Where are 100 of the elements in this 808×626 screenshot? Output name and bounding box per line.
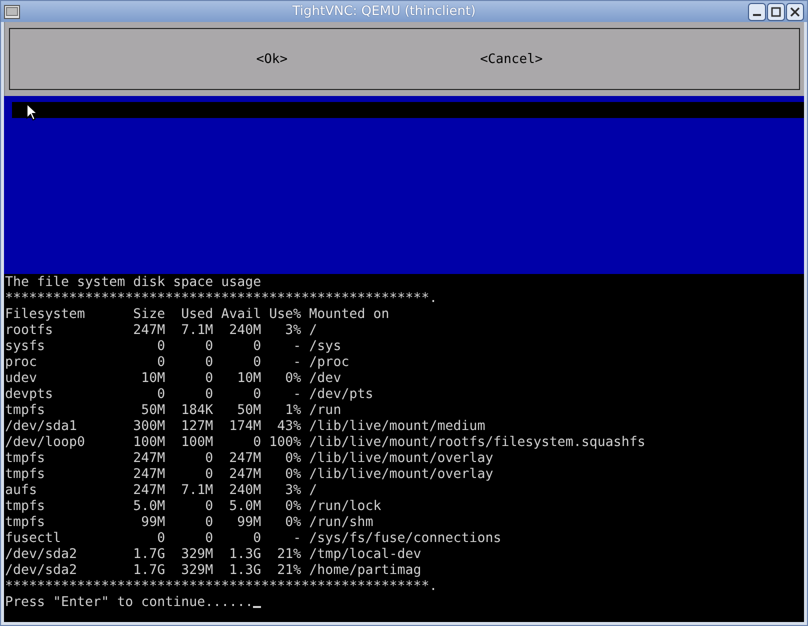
table-cell-text: sysfs: [5, 339, 46, 355]
table-cell-text: tmpfs: [5, 499, 46, 515]
table-cell-text: 1.3G: [228, 563, 262, 579]
minimize-icon[interactable]: [748, 2, 766, 20]
table-cell-text: 0: [156, 531, 166, 547]
table-cell-text: /dev/loop0: [5, 435, 86, 451]
dialog-button[interactable]: <Ok>: [256, 52, 288, 66]
text-cursor: [253, 606, 262, 608]
table-cell-text: 100M: [180, 435, 214, 451]
table-cell-text: /lib/live/mount/overlay: [308, 451, 494, 467]
table-cell-text: 0: [204, 355, 214, 371]
asterisk-rule: *****************************************************.: [5, 291, 438, 306]
table-cell-text: 10M: [236, 371, 262, 387]
table-cell-text: proc: [5, 355, 38, 371]
table-cell-text: rootfs: [5, 323, 54, 339]
table-cell-text: 50M: [140, 403, 166, 419]
table-cell-text: 0%: [284, 467, 302, 483]
table-cell-text: udev: [5, 371, 38, 387]
table-cell-text: 247M: [228, 467, 262, 483]
table-cell: 247M: [133, 323, 166, 339]
table-cell-text: -: [292, 531, 302, 547]
table-cell-text: /: [308, 323, 318, 339]
maximize-icon[interactable]: [767, 2, 785, 20]
table-cell: 100M: [133, 435, 166, 451]
table-cell-text: /: [308, 483, 318, 499]
table-cell-text: 99M: [140, 515, 166, 531]
table-cell-text: /home/partimag: [308, 563, 422, 579]
table-cell-text: /dev/sda2: [5, 563, 78, 579]
table-cell: 247M: [133, 467, 166, 483]
table-cell-text: /sys: [308, 339, 342, 355]
table-cell-text: 0: [204, 499, 214, 515]
table-cell-text: /proc: [308, 355, 350, 371]
table-cell-text: devpts: [5, 387, 54, 403]
table-cell-text: 329M: [180, 563, 214, 579]
table-cell-text: 0: [204, 531, 214, 547]
column-header: Size: [133, 307, 166, 323]
table-cell-text: 0: [204, 339, 214, 355]
table-cell-text: 0%: [284, 499, 302, 515]
table-cell-text: 3%: [284, 323, 302, 339]
table-cell-text: /tmp/local-dev: [308, 547, 422, 563]
close-icon[interactable]: [786, 2, 804, 20]
table-cell-text: tmpfs: [5, 451, 46, 467]
terminal-heading: The file system disk space usage: [5, 275, 262, 290]
column-header: Used: [180, 307, 214, 323]
table-cell-text: 0: [252, 355, 262, 371]
table-cell: 247M: [133, 483, 166, 499]
table-cell-text: /run: [308, 403, 342, 419]
continue-prompt: Press "Enter" to continue......: [5, 595, 254, 610]
dialog-button[interactable]: <Cancel>: [480, 52, 543, 66]
table-cell-text: 0%: [284, 515, 302, 531]
table-cell-text: /dev/pts: [308, 387, 374, 403]
table-cell-text: 0: [204, 467, 214, 483]
table-cell-text: 0%: [284, 371, 302, 387]
table-cell-text: 21%: [276, 563, 302, 579]
mouse-pointer-icon: [26, 103, 38, 121]
table-cell-text: -: [292, 339, 302, 355]
table-cell-text: 43%: [276, 419, 302, 435]
table-cell-text: 7.1M: [180, 483, 214, 499]
table-cell-text: 3%: [284, 483, 302, 499]
table-cell-text: 10M: [140, 371, 166, 387]
window-title: TightVNC: QEMU (thinclient): [291, 4, 477, 19]
table-cell: 247M: [133, 451, 166, 467]
table-cell-text: 0: [204, 515, 214, 531]
table-cell-text: 99M: [236, 515, 262, 531]
table-cell-text: 0: [252, 387, 262, 403]
table-cell-text: 329M: [180, 547, 214, 563]
table-cell-text: fusectl: [5, 531, 62, 547]
table-cell-text: tmpfs: [5, 403, 46, 419]
table-cell-text: 5.0M: [228, 499, 262, 515]
table-cell-text: -: [292, 355, 302, 371]
table-cell-text: 0%: [284, 451, 302, 467]
table-cell: 5.0M: [133, 499, 166, 515]
asterisk-rule: *****************************************************.: [5, 579, 438, 594]
table-cell-text: 100%: [268, 435, 302, 451]
table-cell-text: aufs: [5, 483, 38, 499]
table-cell-text: tmpfs: [5, 515, 46, 531]
table-cell-text: 0: [156, 339, 166, 355]
column-header: Mounted on: [308, 307, 390, 323]
table-cell-text: 0: [156, 387, 166, 403]
table-cell-text: 0: [204, 451, 214, 467]
table-cell-text: 1.3G: [228, 547, 262, 563]
table-cell-text: 1%: [284, 403, 302, 419]
table-cell-text: /dev/sda2: [5, 547, 78, 563]
table-cell-text: 0: [252, 531, 262, 547]
table-cell: 1.7G: [133, 547, 166, 563]
table-cell-text: 0: [252, 339, 262, 355]
table-cell-text: 50M: [236, 403, 262, 419]
table-cell-text: /sys/fs/fuse/connections: [308, 531, 502, 547]
column-header: Avail: [220, 307, 262, 323]
table-cell: 300M: [133, 419, 166, 435]
table-cell-text: -: [292, 387, 302, 403]
table-cell-text: 0: [204, 387, 214, 403]
table-cell-text: 240M: [228, 323, 262, 339]
table-cell-text: /run/lock: [308, 499, 382, 515]
table-cell-text: /lib/live/mount/medium: [308, 419, 486, 435]
table-cell-text: 0: [156, 355, 166, 371]
table-cell-text: /run/shm: [308, 515, 374, 531]
table-cell: 1.7G: [133, 563, 166, 579]
table-cell-text: 7.1M: [180, 323, 214, 339]
app-icon[interactable]: [4, 4, 20, 20]
